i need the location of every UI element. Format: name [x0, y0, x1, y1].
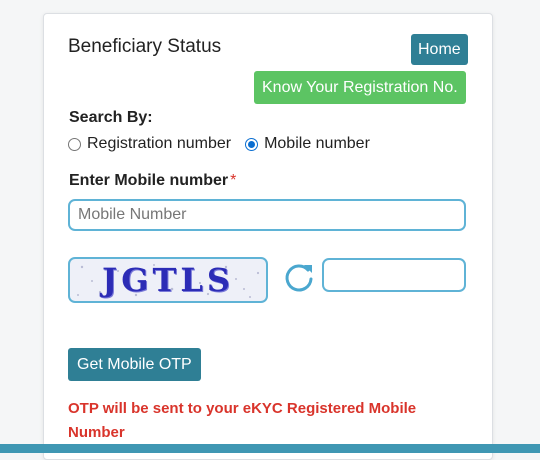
- radio-mobile-button[interactable]: [245, 137, 259, 151]
- know-registration-button[interactable]: Know Your Registration No.: [254, 71, 466, 104]
- bottom-bar: [0, 444, 540, 453]
- radio-mobile-number[interactable]: Mobile number: [245, 135, 370, 153]
- home-button[interactable]: Home: [411, 34, 468, 65]
- get-mobile-otp-button[interactable]: Get Mobile OTP: [68, 348, 201, 381]
- radio-mobile-label: Mobile number: [264, 135, 370, 152]
- radio-registration-number[interactable]: Registration number: [68, 135, 231, 153]
- captcha-image: JGTLS: [68, 257, 268, 303]
- search-by-options: Registration number Mobile number: [68, 135, 384, 153]
- captcha-text: JGTLS: [102, 261, 234, 299]
- otp-note: OTP will be sent to your eKYC Registered…: [68, 400, 417, 441]
- radio-registration-button[interactable]: [68, 137, 81, 151]
- page-title: Beneficiary Status: [68, 36, 222, 57]
- enter-mobile-text: Enter Mobile number: [69, 172, 229, 189]
- mobile-number-input[interactable]: [68, 199, 466, 231]
- refresh-icon[interactable]: [282, 261, 316, 295]
- enter-mobile-label: Enter Mobile number *: [69, 172, 236, 190]
- radio-registration-label: Registration number: [87, 135, 232, 152]
- captcha-input[interactable]: [322, 258, 466, 292]
- required-mark: *: [230, 172, 237, 189]
- search-by-label: Search By:: [69, 109, 153, 126]
- beneficiary-status-card: Beneficiary Status Home Know Your Regist…: [43, 13, 493, 460]
